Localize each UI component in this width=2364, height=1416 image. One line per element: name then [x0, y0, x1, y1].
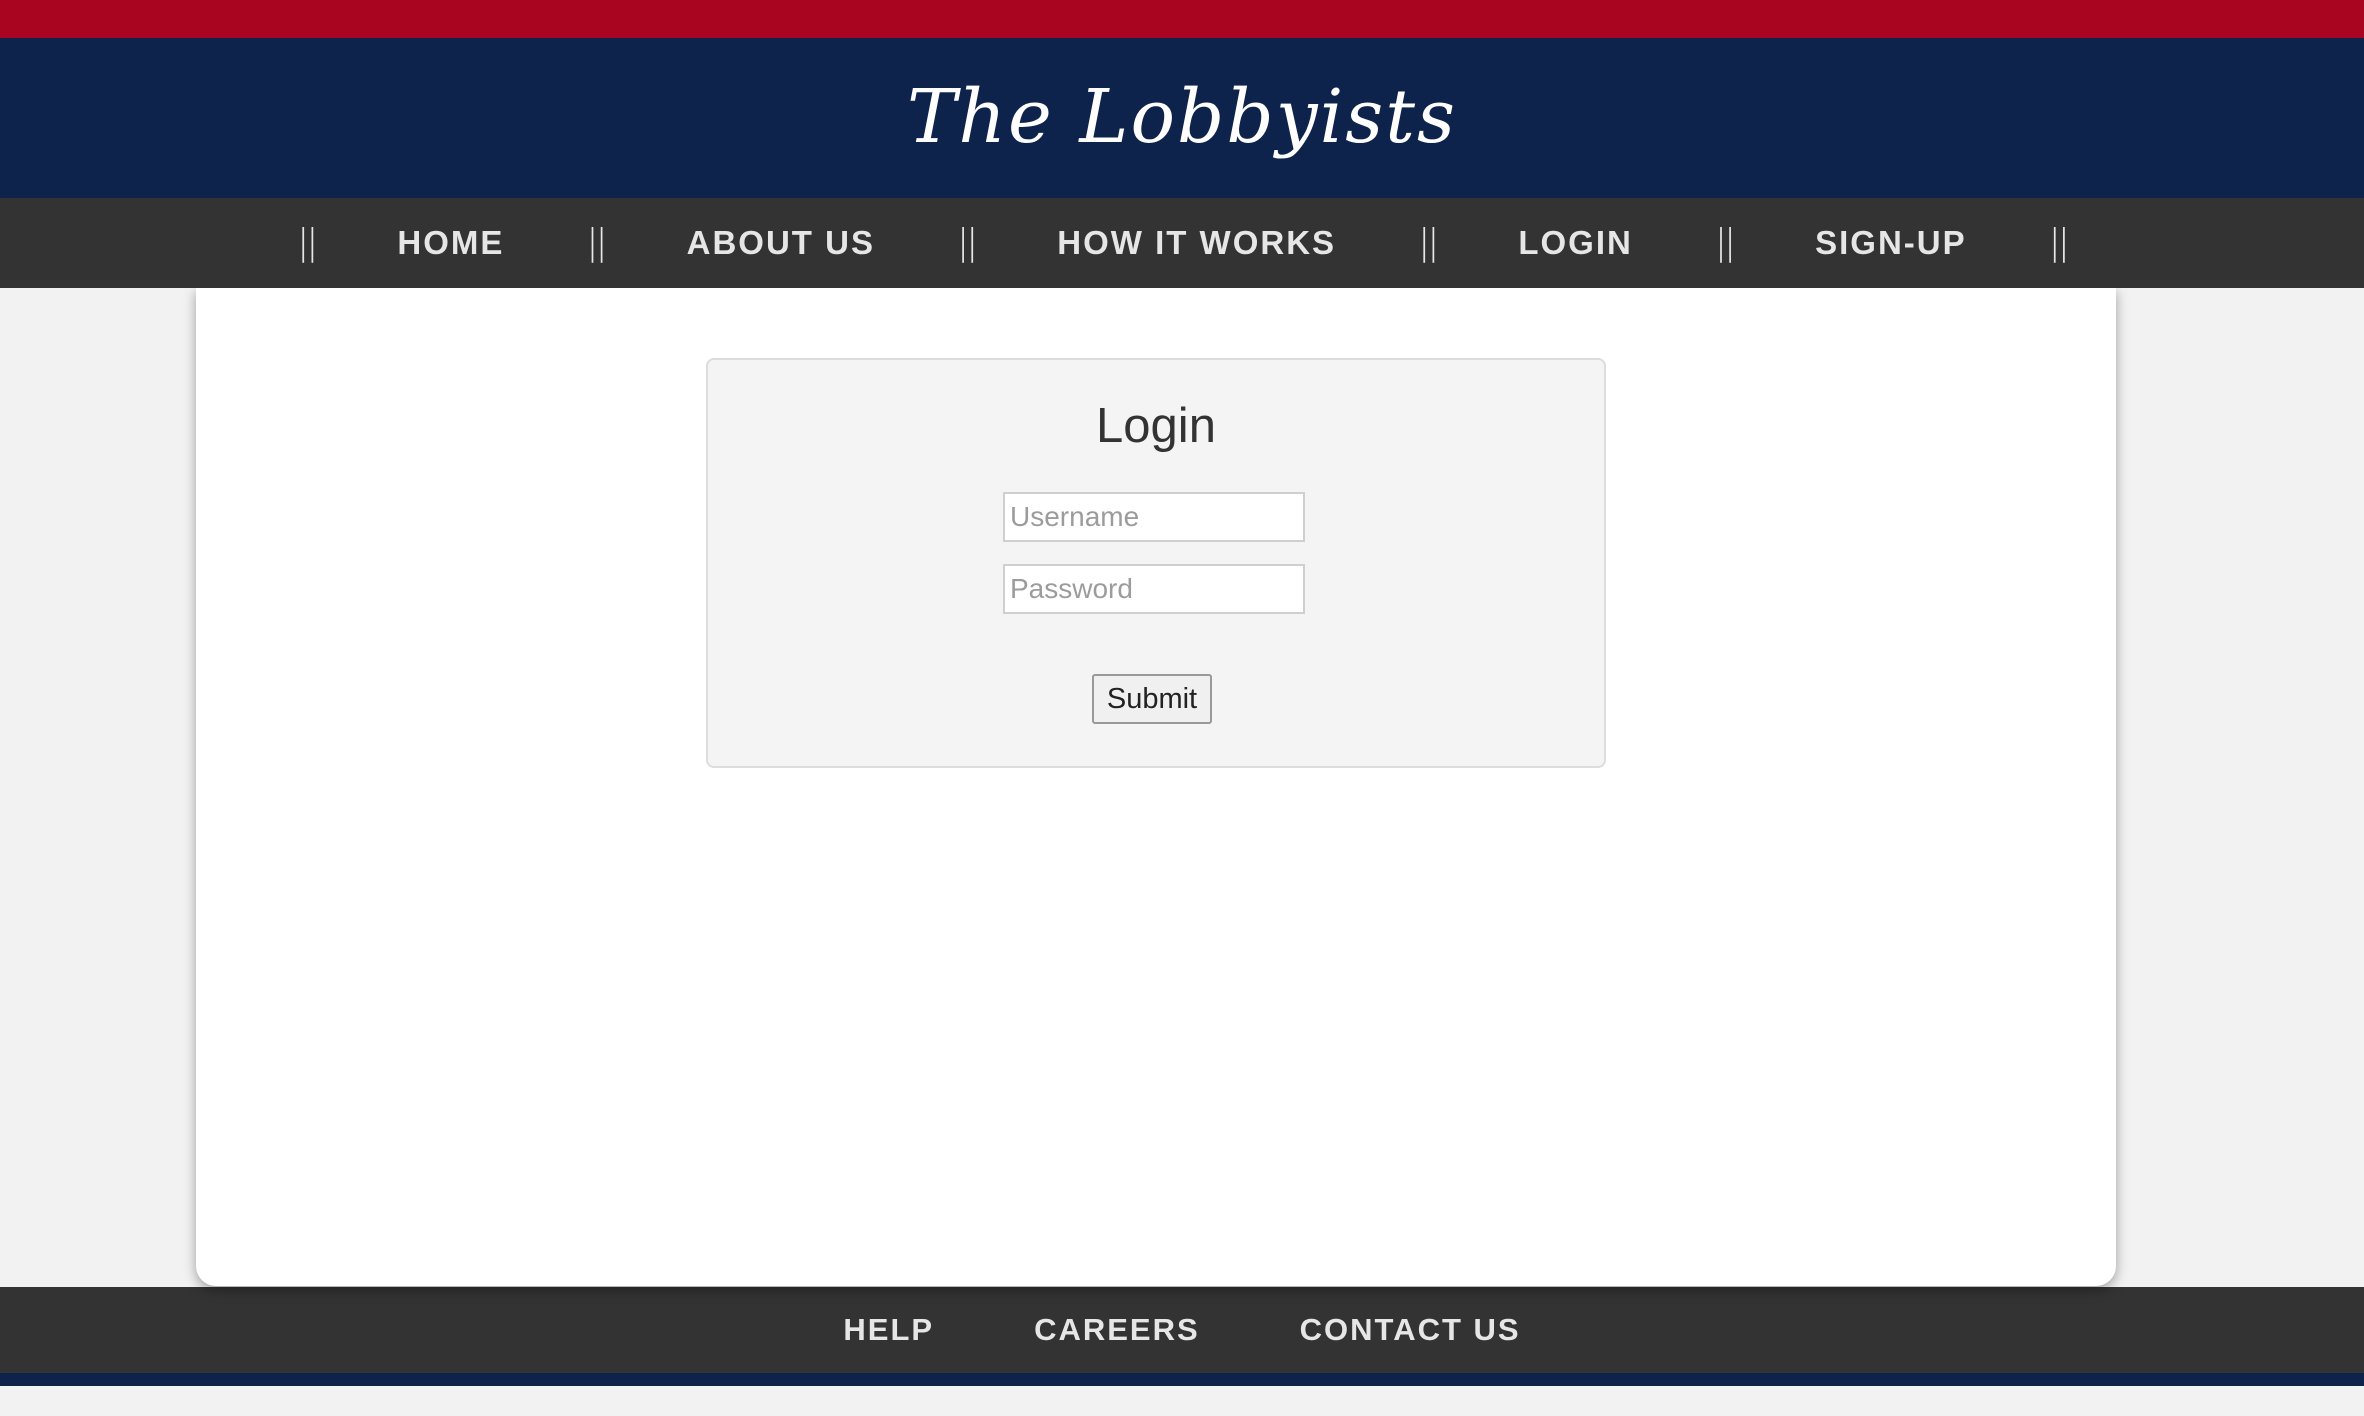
nav-separator: ||: [586, 221, 607, 263]
nav-item-about-us[interactable]: ABOUT US: [619, 224, 943, 262]
main-nav-list: || HOME || ABOUT US || HOW IT WORKS || L…: [283, 221, 2081, 263]
site-header: The Lobbyists: [0, 38, 2364, 198]
username-input[interactable]: [1003, 492, 1305, 542]
nav-item-sign-up[interactable]: SIGN-UP: [1747, 224, 2035, 262]
bottom-navy-stripe: [0, 1373, 2364, 1386]
nav-separator: ||: [956, 221, 978, 263]
site-logo-title[interactable]: The Lobbyists: [907, 74, 1457, 160]
footer-nav: HELP CAREERS CONTACT US: [0, 1287, 2364, 1373]
nav-separator: ||: [2048, 221, 2070, 263]
main-nav: || HOME || ABOUT US || HOW IT WORKS || L…: [0, 198, 2364, 288]
password-input[interactable]: [1003, 564, 1305, 614]
login-form: Login Submit: [706, 358, 1606, 768]
top-red-stripe: [0, 0, 2364, 38]
nav-item-login[interactable]: LOGIN: [1450, 224, 1701, 262]
nav-item-home[interactable]: HOME: [329, 224, 572, 262]
footer-link-contact-us[interactable]: CONTACT US: [1300, 1312, 1521, 1348]
nav-separator: ||: [297, 221, 318, 263]
nav-separator: ||: [1714, 221, 1736, 263]
login-title: Login: [1096, 399, 1216, 453]
footer-link-help[interactable]: HELP: [843, 1312, 934, 1348]
content-card: Login Submit: [196, 288, 2116, 1286]
footer-link-careers[interactable]: CAREERS: [1034, 1312, 1200, 1348]
nav-separator: ||: [1418, 221, 1439, 263]
nav-item-how-it-works[interactable]: HOW IT WORKS: [989, 224, 1404, 262]
submit-button[interactable]: Submit: [1092, 674, 1212, 724]
